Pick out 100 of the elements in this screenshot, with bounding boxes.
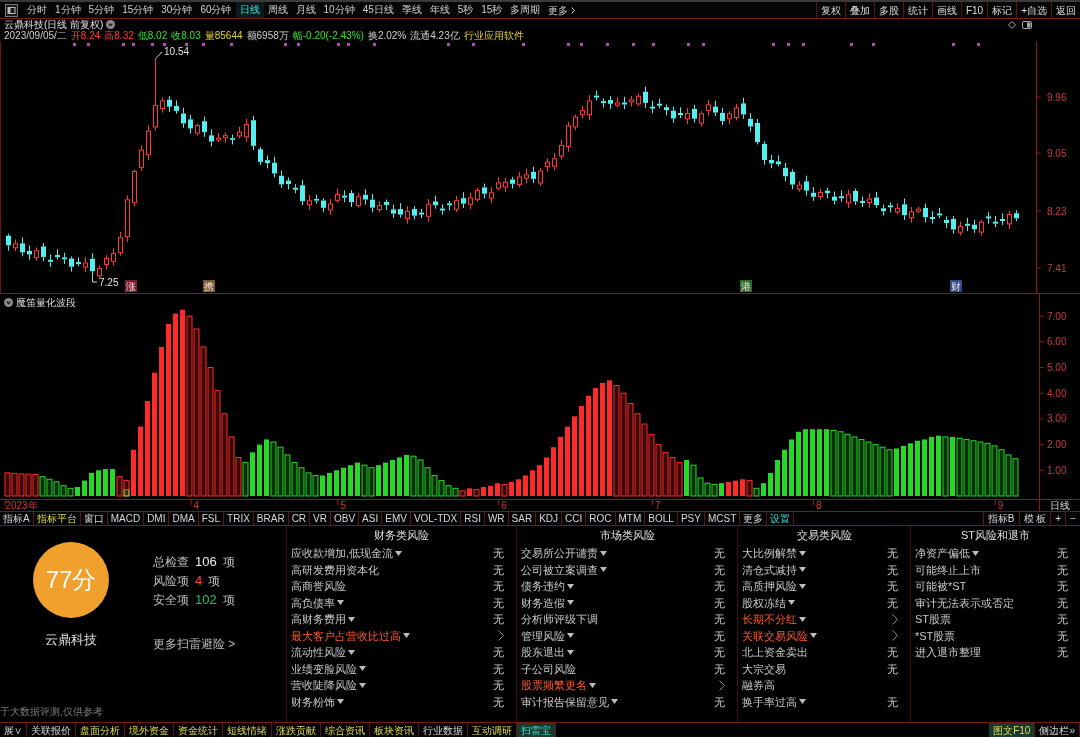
indicator-tab[interactable]: 指标B	[982, 512, 1019, 525]
caret-down-icon[interactable]	[799, 699, 806, 705]
indicator-tab[interactable]: RSI	[461, 512, 485, 525]
risk-item[interactable]: 高质押风险	[742, 579, 797, 594]
period-tab[interactable]: 月线	[291, 2, 320, 18]
bottom-tab[interactable]: 关联报价	[27, 723, 76, 737]
indicator-tab[interactable]: 设置	[767, 512, 795, 525]
caret-down-icon[interactable]	[600, 550, 607, 556]
caret-down-icon[interactable]	[600, 567, 607, 573]
panel-toggle-icon[interactable]	[1022, 21, 1032, 29]
bottom-tab[interactable]: 板块资讯	[370, 723, 419, 737]
risk-item[interactable]: 业绩变脸风险	[291, 661, 357, 676]
period-tab[interactable]: 1分钟	[51, 2, 85, 18]
risk-item[interactable]: 换手率过高	[742, 694, 797, 709]
risk-item[interactable]: 子公司风险	[521, 661, 576, 676]
period-tab[interactable]: 5秒	[453, 2, 478, 18]
period-tab[interactable]: 季线	[397, 2, 426, 18]
bottom-tab[interactable]: 短线情绪	[223, 723, 272, 737]
risk-item[interactable]: 高财务费用	[291, 612, 346, 627]
event-tag[interactable]: 涨	[125, 280, 137, 292]
risk-item[interactable]: 交易所公开谴责	[521, 546, 598, 561]
indicator-tab[interactable]: KDJ	[536, 512, 563, 525]
risk-item[interactable]: 债务违约	[521, 579, 565, 594]
chevron-right-icon[interactable]	[719, 679, 725, 691]
indicator-tab[interactable]: MTM	[615, 512, 646, 525]
caret-down-icon[interactable]	[972, 550, 979, 556]
indicator-tab[interactable]: BOLL	[645, 512, 678, 525]
indicator-tab[interactable]: VR	[310, 512, 331, 525]
indicator-tab[interactable]: MACD	[107, 512, 145, 525]
risk-item[interactable]: 审计无法表示或否定	[915, 595, 1014, 610]
indicator-tab[interactable]: DMI	[144, 512, 170, 525]
period-tab[interactable]: 周线	[263, 2, 292, 18]
caret-down-icon[interactable]	[567, 600, 574, 606]
chevron-right-icon[interactable]	[498, 630, 504, 642]
caret-down-icon[interactable]	[567, 649, 574, 655]
more-scan-link[interactable]: 更多扫雷避险 >	[153, 635, 236, 653]
caret-down-icon[interactable]	[788, 600, 795, 606]
risk-item[interactable]: 可能被*ST	[915, 579, 967, 594]
bottom-tab[interactable]: 境外资金	[125, 723, 174, 737]
risk-item[interactable]: 财务造假	[521, 595, 565, 610]
caret-down-icon[interactable]	[348, 616, 355, 622]
caret-down-icon[interactable]	[611, 699, 618, 705]
risk-item[interactable]: 大比例解禁	[742, 546, 797, 561]
caret-down-icon[interactable]	[395, 550, 403, 556]
risk-item[interactable]: 可能终止上市	[915, 562, 981, 577]
caret-down-icon[interactable]	[589, 682, 596, 688]
period-tab[interactable]: 15分钟	[118, 2, 158, 18]
indicator-tab[interactable]: 更多	[740, 512, 768, 525]
period-tab[interactable]: 60分钟	[196, 2, 236, 18]
toolbar-button[interactable]: 返回	[1051, 2, 1080, 18]
risk-item[interactable]: 清仓式减持	[742, 562, 797, 577]
bottom-tab[interactable]: 图文F10	[989, 723, 1036, 737]
indicator-tab[interactable]: −	[1065, 512, 1080, 525]
bottom-tab[interactable]: 盘面分析	[76, 723, 125, 737]
period-tab[interactable]: 分时	[23, 2, 51, 18]
risk-item[interactable]: *ST股票	[915, 628, 956, 643]
risk-item[interactable]: 融券高	[742, 678, 775, 693]
bottom-tab[interactable]: 资金统计	[174, 723, 223, 737]
indicator-tab[interactable]: 模 板	[1018, 512, 1051, 525]
indicator-tab[interactable]: ASI	[359, 512, 383, 525]
risk-item[interactable]: 管理风险	[521, 628, 565, 643]
period-tab[interactable]: 45日线	[358, 2, 398, 18]
period-tab[interactable]: 多周期	[506, 2, 545, 18]
risk-item[interactable]: 最大客户占营收比过高	[291, 628, 401, 643]
diamond-icon[interactable]	[1008, 21, 1016, 29]
risk-item[interactable]: 股票频繁更名	[521, 678, 587, 693]
indicator-tab[interactable]: CCI	[562, 512, 587, 525]
risk-item[interactable]: 北上资金卖出	[742, 645, 808, 660]
event-tag[interactable]: 财	[950, 280, 962, 292]
chevron-down-icon[interactable]	[106, 20, 116, 29]
bottom-tab[interactable]: 涨跌贡献	[272, 723, 321, 737]
risk-item[interactable]: 大宗交易	[742, 661, 786, 676]
caret-down-icon[interactable]	[799, 583, 806, 589]
bottom-tab[interactable]: 展∨	[0, 723, 27, 737]
caret-down-icon[interactable]	[567, 583, 574, 589]
indicator-tab[interactable]: TRIX	[224, 512, 254, 525]
toolbar-button[interactable]: 标记	[987, 2, 1017, 18]
indicator-tab[interactable]: SAR	[508, 512, 537, 525]
toolbar-button[interactable]: F10	[960, 2, 988, 18]
risk-item[interactable]: 长期不分红	[742, 612, 797, 627]
caret-down-icon[interactable]	[799, 616, 806, 622]
indicator-tab[interactable]: CR	[288, 512, 311, 525]
caret-down-icon[interactable]	[348, 649, 355, 655]
period-tab[interactable]: 10分钟	[319, 2, 359, 18]
event-tag[interactable]: 携	[203, 280, 215, 292]
indicator-tab[interactable]: DMA	[169, 512, 199, 525]
caret-down-icon[interactable]	[359, 682, 366, 688]
caret-down-icon[interactable]	[567, 633, 574, 639]
caret-down-icon[interactable]	[799, 550, 806, 556]
caret-down-icon[interactable]	[359, 666, 366, 672]
risk-item[interactable]: 高商誉风险	[291, 579, 346, 594]
indicator-tab[interactable]: 窗口	[80, 512, 108, 525]
indicator-tab[interactable]: ROC	[586, 512, 616, 525]
risk-item[interactable]: 公司被立案调查	[521, 562, 598, 577]
bottom-tab[interactable]: 综合资讯	[321, 723, 370, 737]
more-button[interactable]: 更多	[544, 2, 580, 18]
indicator-tab[interactable]: 指标A	[0, 512, 34, 525]
caret-down-icon[interactable]	[337, 600, 344, 606]
period-tab[interactable]: 日线	[235, 2, 264, 18]
period-tab[interactable]: 5分钟	[84, 2, 119, 18]
